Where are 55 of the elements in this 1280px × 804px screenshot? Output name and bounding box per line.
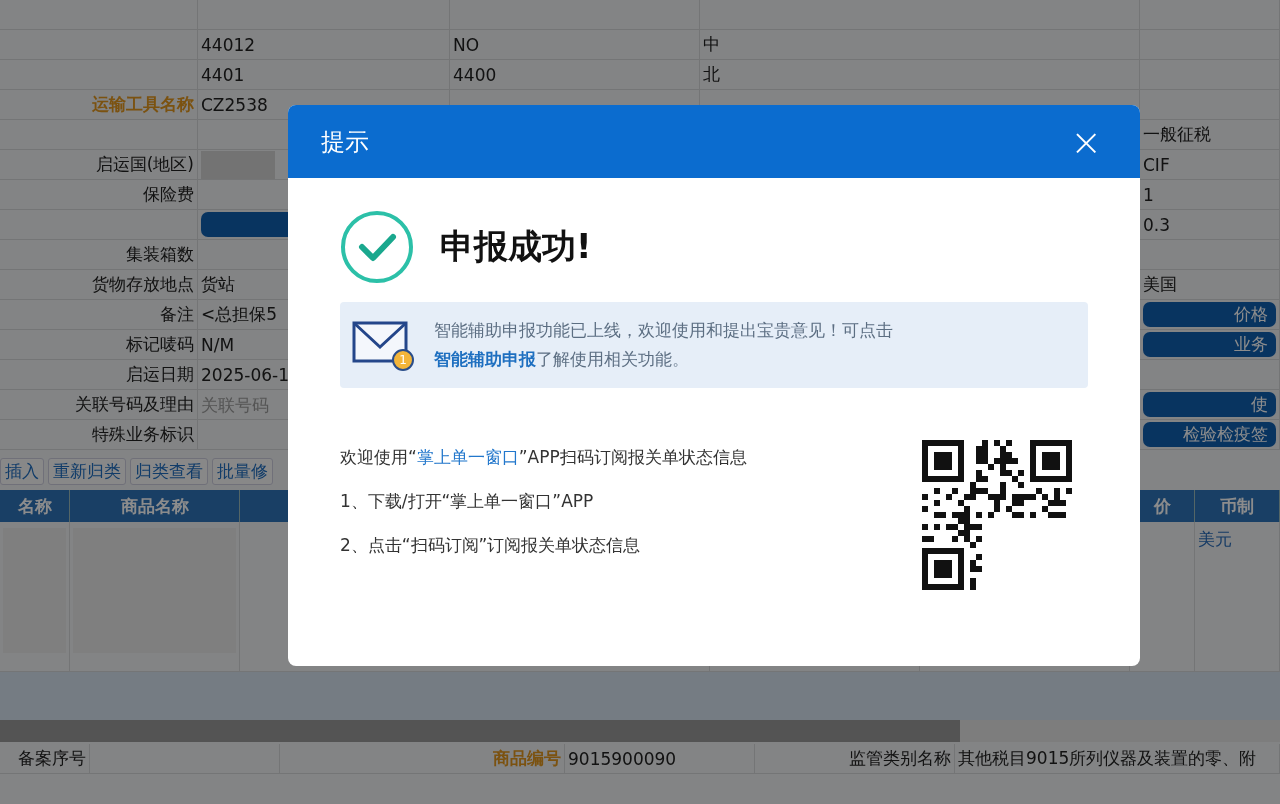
form-label: 标记唛码 bbox=[126, 333, 194, 356]
toolbar-button[interactable]: 重新归类 bbox=[48, 458, 126, 485]
step-text: 2、点击“扫码订阅”订阅报关单状态信息 bbox=[340, 534, 642, 557]
field-value: 2025-06-1 bbox=[201, 364, 289, 385]
field-value: 4400 bbox=[453, 64, 497, 85]
close-button[interactable]: × bbox=[1070, 122, 1102, 161]
field-value: 0.3 bbox=[1143, 214, 1171, 235]
form-label: 备注 bbox=[160, 303, 194, 326]
field-value: 9015900090 bbox=[568, 748, 677, 769]
form-label: 关联号码及理由 bbox=[75, 393, 194, 416]
field-value: 货站 bbox=[201, 273, 235, 296]
column-header: 商品名称 bbox=[70, 490, 240, 522]
qr-code-icon bbox=[922, 440, 1072, 590]
field-value: 其他税目9015所列仪器及装置的零、附 bbox=[958, 747, 1257, 770]
form-label: 启运日期 bbox=[126, 363, 194, 386]
form-button[interactable]: 检验检疫签 bbox=[1143, 422, 1276, 447]
field-value: 一般征税 bbox=[1143, 123, 1211, 146]
field-value: CZ2538 bbox=[201, 94, 268, 115]
field-value: NO bbox=[453, 34, 480, 55]
field-value: <总担保5 bbox=[201, 303, 278, 326]
column-header: 名称 bbox=[0, 490, 70, 522]
field-value: 北 bbox=[703, 63, 720, 86]
field-value: 44012 bbox=[201, 34, 256, 55]
form-label: 备案序号 bbox=[18, 747, 86, 770]
form-label: 货物存放地点 bbox=[92, 273, 194, 296]
result-message: 申报成功! bbox=[440, 225, 592, 268]
feature-link[interactable]: 智能辅助申报 bbox=[434, 349, 536, 369]
form-label: 保险费 bbox=[143, 183, 194, 206]
notice-text: 智能辅助申报功能已上线，欢迎使用和提出宝贵意见！可点击 智能辅助申报了解使用相关功能。 bbox=[434, 319, 893, 371]
toolbar-button[interactable]: 插入 bbox=[0, 458, 44, 485]
scrollbar-thumb[interactable] bbox=[0, 720, 960, 742]
column-header: 币制 bbox=[1195, 490, 1280, 522]
form-label: 启运国(地区) bbox=[95, 153, 194, 176]
form-label: 运输工具名称 bbox=[92, 93, 194, 116]
field-value: 1 bbox=[1143, 184, 1154, 205]
step-text: 1、下载/打开“掌上单一窗口”APP bbox=[340, 490, 595, 513]
field-value: 4401 bbox=[201, 64, 245, 85]
form-label: 特殊业务标识 bbox=[92, 423, 194, 446]
form-label: 监管类别名称 bbox=[849, 747, 951, 770]
form-button[interactable]: 业务 bbox=[1143, 332, 1276, 357]
form-label: 商品编号 bbox=[493, 747, 561, 770]
toolbar-button[interactable]: 归类查看 bbox=[130, 458, 208, 485]
field-value: CIF bbox=[1143, 154, 1170, 175]
toolbar-button[interactable]: 批量修 bbox=[212, 458, 273, 485]
field-value: 美国 bbox=[1143, 273, 1177, 296]
dialog-title: 提示 bbox=[321, 126, 369, 158]
form-button[interactable]: 使 bbox=[1143, 392, 1276, 417]
success-check-icon bbox=[340, 210, 414, 284]
field-value: N/M bbox=[201, 334, 235, 355]
field-value: 中 bbox=[703, 33, 720, 56]
form-label: 集装箱数 bbox=[126, 243, 194, 266]
field-value: 美元 bbox=[1198, 528, 1232, 551]
intro-text: 欢迎使用“掌上单一窗口”APP扫码订阅报关单状态信息 bbox=[340, 446, 747, 469]
form-button[interactable]: 价格 bbox=[1143, 302, 1276, 327]
app-link[interactable]: 掌上单一窗口 bbox=[416, 447, 519, 467]
